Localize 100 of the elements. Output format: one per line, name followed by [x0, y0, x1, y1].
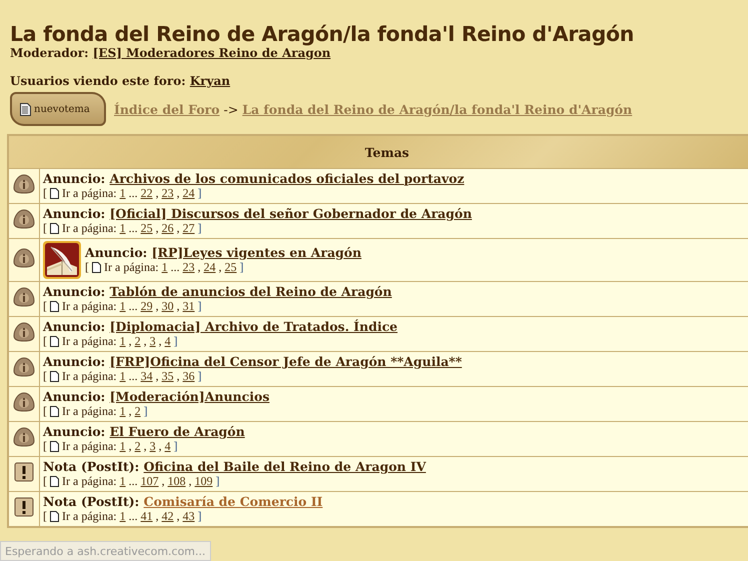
bracket: [	[43, 299, 47, 314]
page-link[interactable]: 36	[182, 369, 195, 384]
topic-link[interactable]: [FRP]Oficina del Censor Jefe de Aragón **Aguila**	[110, 354, 462, 369]
topic-link[interactable]: Comisaría de Comercio II	[144, 494, 323, 509]
document-icon	[50, 441, 59, 452]
ellipsis: ...	[128, 509, 138, 524]
info-icon	[13, 357, 35, 377]
page-link[interactable]: 1	[120, 509, 126, 524]
page-link[interactable]: 30	[162, 299, 174, 314]
bracket: [	[43, 186, 47, 201]
goto-page-label: Ir a página:	[104, 260, 159, 275]
table-header: Temas	[8, 135, 748, 168]
topic-link[interactable]: El Fuero de Aragón	[110, 424, 245, 439]
page-link[interactable]: 109	[194, 474, 213, 489]
page-link[interactable]: 34	[140, 369, 153, 384]
document-icon	[92, 262, 101, 273]
page-link[interactable]: 42	[162, 509, 174, 524]
comma: ,	[128, 439, 132, 454]
forum-title: La fonda del Reino de Aragón/la fonda'l Reino d'Aragón	[10, 22, 635, 46]
goto-page-label: Ir a página:	[62, 439, 117, 454]
page-link[interactable]: 24	[182, 186, 195, 201]
topic-link[interactable]: [Moderación]Anuncios	[110, 389, 270, 404]
exclamation-icon	[14, 497, 34, 517]
page-link[interactable]: 108	[168, 474, 186, 489]
bracket: ]	[198, 509, 202, 524]
page-link[interactable]: 23	[182, 260, 195, 275]
topic-link[interactable]: Archivos de los comunicados oficiales del portavoz	[110, 171, 464, 186]
bracket: [	[43, 474, 47, 489]
goto-page-label: Ir a página:	[62, 186, 117, 201]
topic-type-label: Anuncio:	[43, 171, 106, 186]
document-icon	[50, 336, 59, 347]
moderator-label: Moderador:	[10, 46, 89, 60]
page-link[interactable]: 22	[140, 186, 153, 201]
goto-page-label: Ir a página:	[62, 404, 117, 419]
bracket: [	[43, 334, 47, 349]
page-link[interactable]: 4	[164, 439, 171, 454]
topic-link[interactable]: Oficina del Baile del Reino de Aragon IV	[144, 459, 426, 474]
bracket: [	[43, 404, 47, 419]
topic-link[interactable]: [Diplomacia] Archivo de Tratados. Índice	[110, 319, 398, 334]
document-icon	[50, 223, 59, 234]
topic-link[interactable]: [Oficial] Discursos del señor Gobernador de Aragón	[110, 206, 472, 221]
bracket: ]	[198, 369, 202, 384]
comma: ,	[156, 186, 159, 201]
goto-page-label: Ir a página:	[62, 509, 117, 524]
viewer-link[interactable]: Kryan	[190, 74, 230, 88]
page-link[interactable]: 2	[134, 404, 141, 419]
info-icon	[13, 322, 35, 342]
page-link[interactable]: 107	[140, 474, 159, 489]
bracket: ]	[240, 260, 244, 275]
page-link[interactable]: 41	[140, 509, 153, 524]
goto-page-label: Ir a página:	[62, 334, 117, 349]
page-link[interactable]: 4	[164, 334, 171, 349]
bracket: ]	[198, 221, 202, 236]
status-text: Esperando a ash.creativecom.com...	[0, 541, 211, 561]
page-link[interactable]: 24	[204, 260, 216, 275]
new-topic-button[interactable]: nuevotema	[10, 92, 106, 126]
page-link[interactable]: 2	[134, 439, 141, 454]
document-icon	[50, 371, 59, 382]
ellipsis: ...	[128, 186, 138, 201]
bracket: ]	[216, 474, 220, 489]
page-link[interactable]: 1	[120, 474, 126, 489]
topic-link[interactable]: Tablón de anuncios del Reino de Aragón	[110, 284, 392, 299]
page-link[interactable]: 25	[140, 221, 153, 236]
page-link[interactable]: 1	[120, 439, 126, 454]
topic-type-label: Anuncio:	[43, 354, 106, 369]
goto-page-label: Ir a página:	[62, 474, 117, 489]
page-link[interactable]: 2	[134, 334, 141, 349]
comma: ,	[128, 334, 132, 349]
document-icon	[50, 406, 59, 417]
comma: ,	[158, 334, 162, 349]
info-icon	[13, 392, 35, 412]
bracket: ]	[198, 186, 202, 201]
page-link[interactable]: 43	[182, 509, 195, 524]
page-link[interactable]: 31	[182, 299, 195, 314]
moderator-link[interactable]: [ES] Moderadores Reino de Aragon	[92, 46, 331, 60]
viewers-label: Usuarios viendo este foro:	[10, 74, 186, 88]
page-link[interactable]: 29	[140, 299, 153, 314]
info-icon	[13, 209, 35, 229]
bracket: ]	[144, 404, 148, 419]
page-link[interactable]: 3	[150, 334, 156, 349]
page-link[interactable]: 23	[162, 186, 174, 201]
exclamation-icon	[14, 462, 34, 482]
page-link[interactable]: 26	[162, 221, 174, 236]
page-link[interactable]: 1	[120, 299, 126, 314]
page-link[interactable]: 27	[182, 221, 195, 236]
topic-link[interactable]: [RP]Leyes vigentes en Aragón	[152, 245, 362, 260]
page-link[interactable]: 1	[120, 334, 126, 349]
ellipsis: ...	[128, 474, 138, 489]
ellipsis: ...	[128, 299, 138, 314]
topic-type-label: Anuncio:	[43, 424, 106, 439]
comma: ,	[162, 474, 165, 489]
page-link[interactable]: 1	[120, 186, 126, 201]
page-link[interactable]: 1	[120, 404, 126, 419]
topic-type-label: Anuncio:	[43, 389, 106, 404]
page-link[interactable]: 1	[120, 221, 126, 236]
page-link[interactable]: 1	[162, 260, 168, 275]
page-link[interactable]: 3	[150, 439, 156, 454]
page-link[interactable]: 35	[162, 369, 174, 384]
page-link[interactable]: 25	[224, 260, 237, 275]
page-link[interactable]: 1	[120, 369, 126, 384]
